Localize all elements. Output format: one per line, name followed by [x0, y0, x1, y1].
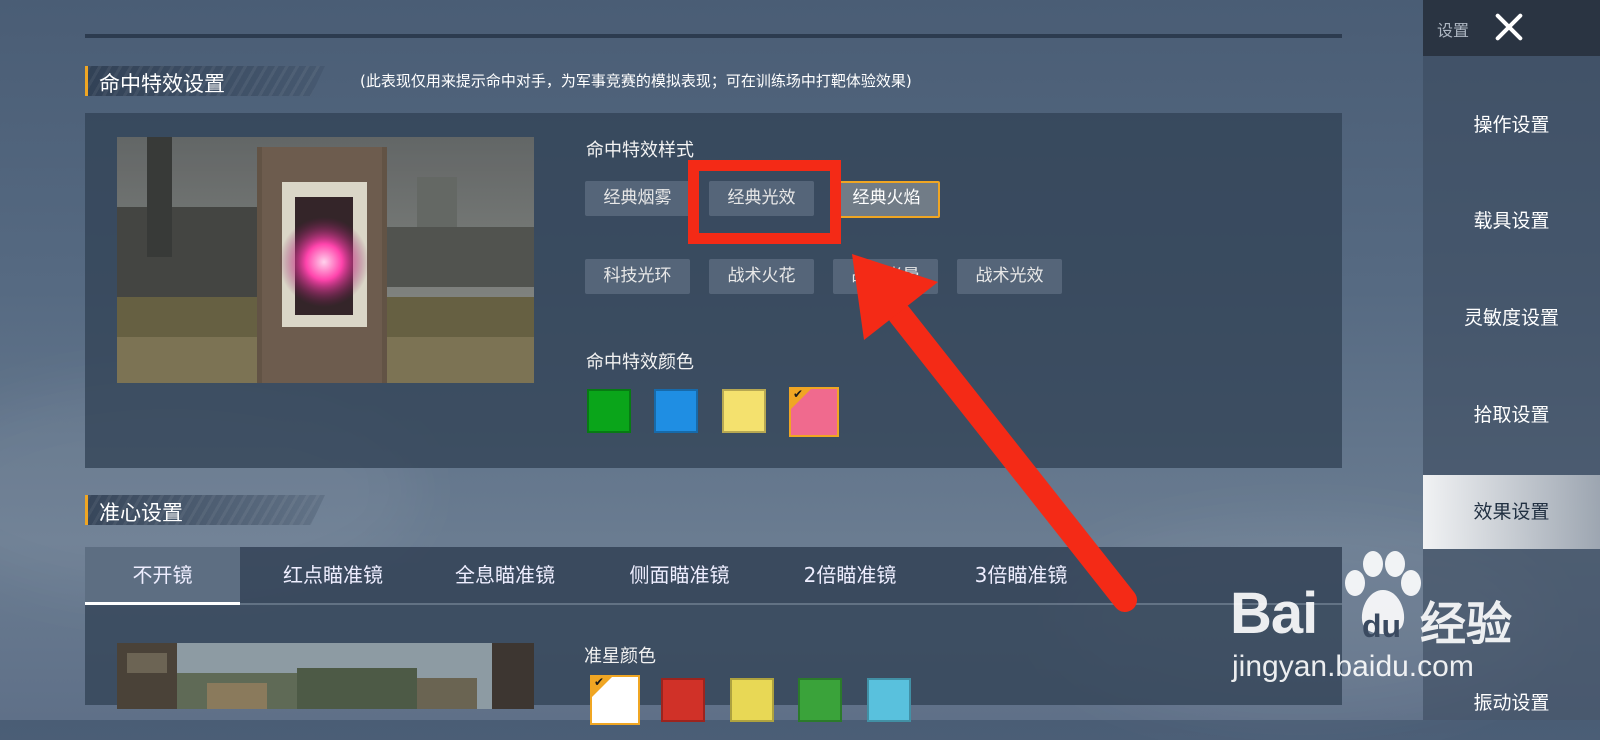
watermark-brand: Bai — [1230, 581, 1318, 646]
watermark-brand-suffix: du — [1362, 608, 1402, 644]
watermark-product: 经验 — [1420, 598, 1512, 650]
watermark-url: jingyan.baidu.com — [1232, 650, 1474, 683]
